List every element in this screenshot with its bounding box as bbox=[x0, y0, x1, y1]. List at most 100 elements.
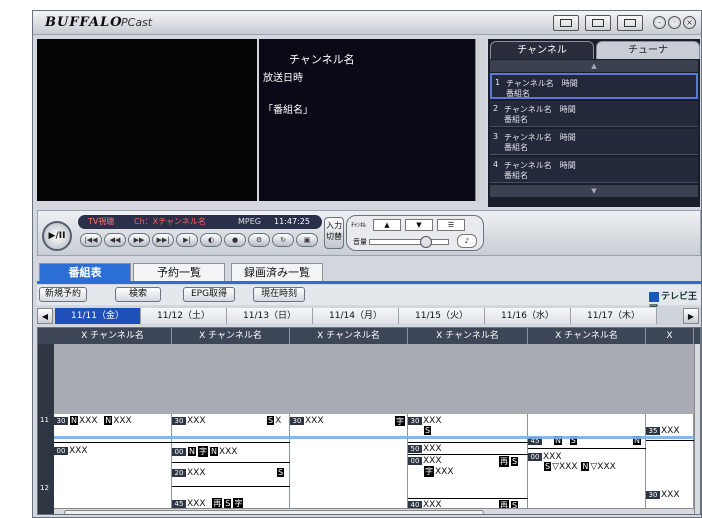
play-pause-button[interactable]: ▶/II bbox=[42, 221, 72, 251]
info-airdate: 放送日時 bbox=[263, 73, 303, 84]
channel-column-header[interactable]: X チャンネル名 bbox=[54, 328, 172, 344]
tab-reservations[interactable]: 予約一覧 bbox=[133, 263, 225, 281]
program-cell[interactable]: 35 XXX bbox=[646, 426, 680, 436]
channel-list-icon[interactable]: ☰ bbox=[437, 219, 465, 231]
scroll-thumb[interactable] bbox=[64, 510, 484, 514]
program-cell[interactable]: 30 N XXX N XXX bbox=[54, 416, 132, 426]
date-tab[interactable]: 11/17（木） bbox=[571, 308, 657, 324]
grid-horizontal-scrollbar[interactable] bbox=[54, 508, 694, 514]
grid-vertical-scrollbar[interactable] bbox=[694, 344, 700, 514]
badge-subtitle: 字 bbox=[197, 446, 208, 457]
channel-column-header[interactable]: X チャンネル名 bbox=[528, 328, 646, 344]
app-window: BUFFALO PCast – ◦ × チャンネル名 放送日時 「番組名」 チャ… bbox=[32, 10, 702, 518]
channel-list-item[interactable]: 4 チャンネル名 時間 番組名 bbox=[490, 157, 698, 183]
channel-list-item[interactable]: 3 チャンネル名 時間 番組名 bbox=[490, 129, 698, 155]
program-cell[interactable]: 30 XXX S X bbox=[172, 416, 290, 426]
brand-logo: BUFFALO bbox=[45, 15, 123, 30]
program-cell[interactable]: 50 XXX bbox=[408, 444, 442, 454]
badge-stereo: S bbox=[424, 426, 432, 435]
date-next-icon[interactable]: ▶ bbox=[683, 308, 699, 324]
tv-kingdom-icon bbox=[649, 291, 659, 302]
channel-scroll-down-icon[interactable]: ▼ bbox=[490, 185, 698, 197]
channel-line2: 番組名 bbox=[504, 171, 528, 180]
maximize-icon[interactable]: ◦ bbox=[668, 16, 681, 29]
settings-icon[interactable]: ⚙ bbox=[248, 233, 270, 247]
channel-column-header[interactable]: X bbox=[646, 328, 694, 344]
badge-new: N bbox=[104, 416, 113, 425]
minute-label: 30 bbox=[646, 491, 660, 499]
program-column: 30 XXX S 50 XXX 00 XXX 再 S 字 XXX 40 XXX 再 S bbox=[408, 414, 528, 514]
minute-label: 35 bbox=[646, 427, 660, 435]
program-title: XXX bbox=[423, 444, 442, 454]
layout-3-icon[interactable] bbox=[617, 15, 643, 31]
layout-2-icon[interactable] bbox=[585, 15, 611, 31]
fast-forward-icon[interactable]: ▶▶ bbox=[128, 233, 150, 247]
date-tab[interactable]: 11/11（金） bbox=[55, 308, 141, 324]
channel-list-item[interactable]: 1 チャンネル名 時間 番組名 bbox=[490, 73, 698, 99]
program-divider bbox=[408, 498, 528, 499]
date-tab[interactable]: 11/13（日） bbox=[227, 308, 313, 324]
channel-line2: 番組名 bbox=[506, 89, 530, 98]
date-tab[interactable]: 11/15（火） bbox=[399, 308, 485, 324]
repeat-icon[interactable]: ↻ bbox=[272, 233, 294, 247]
skip-forward-icon[interactable]: ▶▶| bbox=[152, 233, 174, 247]
epg-fetch-button[interactable]: EPG取得 bbox=[183, 287, 235, 302]
guide-toolbar: 新規予約 検索 EPG取得 現在時刻 テレビ王国 bbox=[37, 285, 701, 315]
record-icon[interactable]: ● bbox=[224, 233, 246, 247]
current-time-button[interactable]: 現在時刻 bbox=[253, 287, 305, 302]
date-prev-icon[interactable]: ◀ bbox=[37, 308, 53, 324]
tab-program-guide[interactable]: 番組表 bbox=[39, 263, 131, 281]
date-tab[interactable]: 11/16（水） bbox=[485, 308, 571, 324]
layout-1-icon[interactable] bbox=[553, 15, 579, 31]
program-cell[interactable]: 30 XXX bbox=[646, 490, 680, 500]
channel-column-header[interactable]: X チャンネル名 bbox=[290, 328, 408, 344]
date-tab[interactable]: 11/14（月） bbox=[313, 308, 399, 324]
minute-label: 45 bbox=[172, 500, 186, 508]
channel-column-header[interactable]: X チャンネル名 bbox=[408, 328, 528, 344]
tab-recorded[interactable]: 録画済み一覧 bbox=[231, 263, 323, 281]
program-cell[interactable]: 00 N 字 N XXX bbox=[172, 446, 237, 457]
step-icon[interactable]: ▶| bbox=[176, 233, 198, 247]
program-cell[interactable]: 20 XXX S bbox=[172, 468, 290, 478]
speaker-icon[interactable]: ♪ bbox=[457, 234, 477, 248]
program-cell[interactable]: 30 XXX 字 bbox=[290, 416, 408, 426]
new-reservation-button[interactable]: 新規予約 bbox=[39, 287, 87, 302]
tab-channel[interactable]: チャンネル bbox=[490, 41, 594, 59]
volume-label: 音量 bbox=[353, 238, 367, 246]
program-title: ▽XXX bbox=[552, 462, 578, 472]
program-title: X bbox=[275, 416, 282, 426]
rewind-icon[interactable]: ◀◀ bbox=[104, 233, 126, 247]
channel-scroll-up-icon[interactable]: ▲ bbox=[490, 60, 698, 72]
capture-icon[interactable]: ▣ bbox=[296, 233, 318, 247]
badge-stereo: S bbox=[224, 499, 232, 508]
volume-knob[interactable] bbox=[420, 236, 432, 248]
volume-slider[interactable] bbox=[369, 236, 449, 248]
program-cell[interactable]: 00 XXX S ▽XXX N ▽XXX bbox=[528, 452, 646, 472]
program-title: XXX bbox=[435, 467, 454, 477]
channel-column-header[interactable]: X チャンネル名 bbox=[172, 328, 290, 344]
program-cell[interactable]: 30 XXX S bbox=[408, 416, 442, 436]
info-scrollbar[interactable] bbox=[475, 39, 485, 201]
minimize-icon[interactable]: – bbox=[653, 16, 666, 29]
close-icon[interactable]: × bbox=[683, 16, 696, 29]
timeshift-icon[interactable]: ◐ bbox=[200, 233, 222, 247]
search-button[interactable]: 検索 bbox=[115, 287, 161, 302]
skip-back-icon[interactable]: |◀◀ bbox=[80, 233, 102, 247]
video-screen[interactable] bbox=[37, 39, 257, 201]
channel-list-item[interactable]: 2 チャンネル名 時間 番組名 bbox=[490, 101, 698, 127]
program-column: 35 XXX 30 XXX bbox=[646, 414, 694, 514]
program-cell[interactable]: 00 XXX bbox=[54, 446, 88, 456]
channel-volume-panel: ﾁｬﾝﾈﾙ ▲ ▼ ☰ 音量 ♪ bbox=[346, 215, 484, 251]
tab-tuner[interactable]: チューナ bbox=[596, 41, 700, 59]
badge-stereo: S bbox=[544, 462, 552, 471]
program-title: XXX bbox=[543, 452, 562, 462]
lcd-channel: Ch：Xチャンネル名 bbox=[134, 217, 206, 226]
channel-up-button[interactable]: ▲ bbox=[373, 219, 401, 231]
date-tab[interactable]: 11/12（土） bbox=[141, 308, 227, 324]
channel-down-button[interactable]: ▼ bbox=[405, 219, 433, 231]
info-program-name: 「番組名」 bbox=[263, 105, 313, 116]
input-switch-button[interactable]: 入力切替 bbox=[324, 217, 344, 249]
badge-subtitle: 字 bbox=[395, 416, 405, 426]
badge-new: N bbox=[70, 416, 78, 425]
program-cell[interactable]: 00 XXX 再 S 字 XXX bbox=[408, 456, 528, 477]
